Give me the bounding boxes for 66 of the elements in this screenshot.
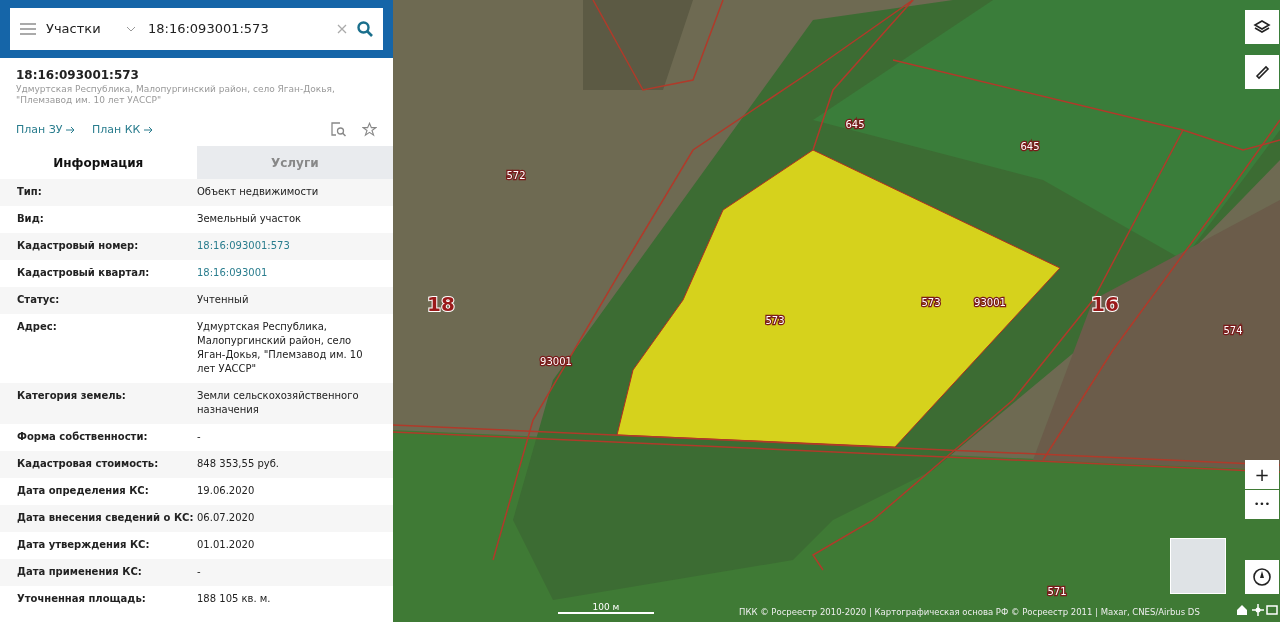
field-value: 06.07.2020 — [197, 511, 256, 526]
field-label: Дата утверждения КС: — [17, 538, 151, 553]
field-value: 188 105 кв. м. — [197, 592, 272, 607]
map-label: 645 — [845, 119, 865, 130]
compass-icon — [1252, 567, 1272, 587]
field-label: Дата применения КС: — [17, 565, 143, 580]
fullscreen-icon[interactable] — [1266, 604, 1278, 616]
zoom-in-button[interactable]: + — [1245, 460, 1279, 489]
map-label: 16 — [1091, 291, 1119, 316]
map-label: 573 — [765, 315, 785, 326]
field-value: - — [197, 430, 202, 445]
field-label: Уточненная площадь: — [17, 592, 147, 607]
arrow-right-icon — [66, 125, 76, 134]
field-link[interactable]: 18:16:093001 — [197, 266, 393, 281]
plan-link[interactable]: План КК — [92, 121, 154, 139]
locate-icon[interactable] — [1252, 604, 1264, 616]
field-label: Кадастровая стоимость: — [17, 457, 160, 472]
plan-link[interactable]: План ЗУ — [16, 121, 76, 139]
field-label: Форма собственности: — [17, 430, 149, 445]
satellite-map[interactable]: 645 645 572 18 573 573 93001 16 574 93001 571 + ••• 100 м ПКК © Росреестр 2010-2020 | Картографическая основа РФ © Росреестр 2011 | Maxar, CNES/Airbus DS — [393, 0, 1280, 622]
home-icon[interactable] — [1236, 604, 1248, 616]
arrow-right-icon — [143, 125, 154, 134]
zoom-to-icon[interactable] — [331, 122, 346, 138]
field-value: Земельный участок — [197, 212, 303, 227]
compass-button[interactable] — [1245, 560, 1279, 594]
field-link[interactable]: 18:16:093001:573 — [197, 239, 393, 254]
field-label: Дата определения КС: — [17, 484, 150, 499]
object-title: 18:16:093001:573 — [16, 67, 140, 84]
field-value: 19.06.2020 — [197, 484, 256, 499]
field-label: Тип: — [17, 185, 43, 200]
field-value: Удмуртская Республика, Малопургинский район, село Яган-Докья, "Племзавод им. 10 лет УАССР" — [197, 320, 364, 377]
field-value: 848 353,55 руб. — [197, 457, 281, 472]
map-label: 18 — [427, 291, 455, 316]
map-label: 645 — [1020, 141, 1040, 152]
map-attribution: ПКК © Росреестр 2010-2020 | Картографическая основа РФ © Росреестр 2011 | Maxar, CNES/Airbus DS — [739, 607, 1200, 616]
chevron-down-icon[interactable] — [126, 26, 136, 32]
field-value: Земли сельскохозяйственного назначения — [197, 389, 360, 418]
object-address: Удмуртская Республика, Малопургинский район, село Яган-Докья, "Племзавод им. 10 лет УАССР" — [16, 84, 336, 106]
more-button[interactable]: ••• — [1245, 490, 1279, 519]
ruler-icon — [1253, 63, 1271, 81]
scale-bar: 100 м — [558, 603, 654, 614]
field-value: Объект недвижимости — [197, 185, 320, 200]
map-label: 574 — [1223, 325, 1243, 336]
field-value: - — [197, 565, 202, 580]
search-field[interactable]: Участки 18:16:093001:573 — [10, 8, 383, 50]
ruler-button[interactable] — [1245, 55, 1279, 89]
field-label: Статус: — [17, 293, 61, 308]
field-label: Вид: — [17, 212, 45, 227]
layers-icon — [1253, 18, 1271, 36]
layers-button[interactable] — [1245, 10, 1279, 44]
minimap-thumbnail[interactable] — [1170, 538, 1226, 594]
map-label: 572 — [506, 170, 526, 181]
map-label: 93001 — [540, 356, 572, 367]
field-label: Адрес: — [17, 320, 58, 335]
field-label: Категория земель: — [17, 389, 127, 404]
field-label: Дата внесения сведений о КС: — [17, 511, 195, 526]
field-value: 01.01.2020 — [197, 538, 256, 553]
field-label: Кадастровый номер: — [17, 239, 140, 254]
field-label: Кадастровый квартал: — [17, 266, 151, 281]
layer-dropdown[interactable]: Участки — [46, 19, 116, 39]
map-label: 93001 — [974, 297, 1006, 308]
map-label: 571 — [1047, 586, 1067, 597]
field-value: Учтенный — [197, 293, 250, 308]
star-icon[interactable] — [362, 122, 377, 138]
search-icon[interactable] — [357, 21, 373, 37]
map-label: 573 — [921, 297, 941, 308]
